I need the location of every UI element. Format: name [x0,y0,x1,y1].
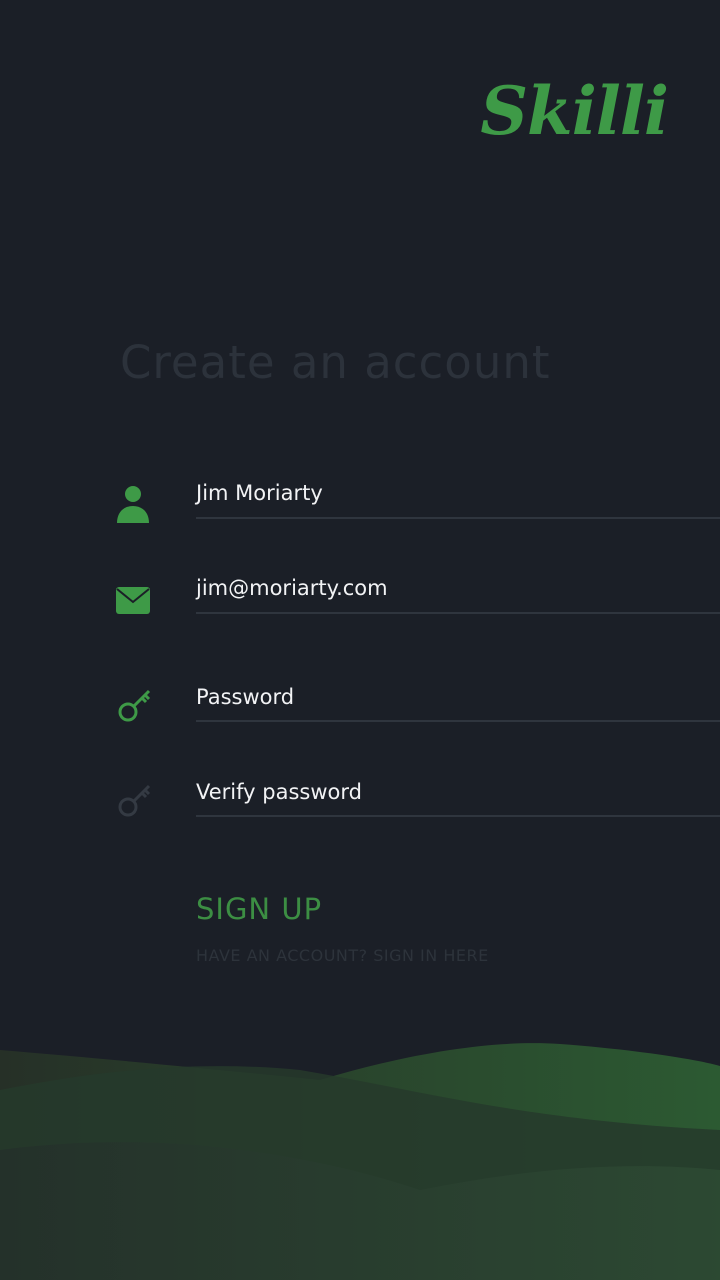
verify-password-underline [196,815,720,817]
signup-button[interactable]: SIGN UP [196,892,322,926]
password-underline [196,720,720,722]
name-underline [196,517,720,519]
key-icon [118,784,151,817]
email-input[interactable]: jim@moriarty.com [196,576,696,600]
verify-password-field[interactable]: Verify password [0,777,720,821]
user-icon [117,486,149,523]
name-field[interactable]: Jim Moriarty [0,478,720,523]
signup-screen: Skilli Create an account Jim Moriarty ji… [0,0,720,1280]
email-field[interactable]: jim@moriarty.com [0,573,720,617]
key-icon [118,689,151,722]
verify-password-input[interactable]: Verify password [196,780,696,804]
app-logo: Skilli [480,72,669,150]
hills-background [0,1043,720,1280]
name-input[interactable]: Jim Moriarty [196,481,696,505]
email-underline [196,612,720,614]
password-field[interactable]: Password [0,682,720,726]
envelope-icon [116,587,150,614]
password-input[interactable]: Password [196,685,696,709]
signin-link[interactable]: HAVE AN ACCOUNT? SIGN IN HERE [196,946,489,965]
page-title: Create an account [120,336,551,389]
